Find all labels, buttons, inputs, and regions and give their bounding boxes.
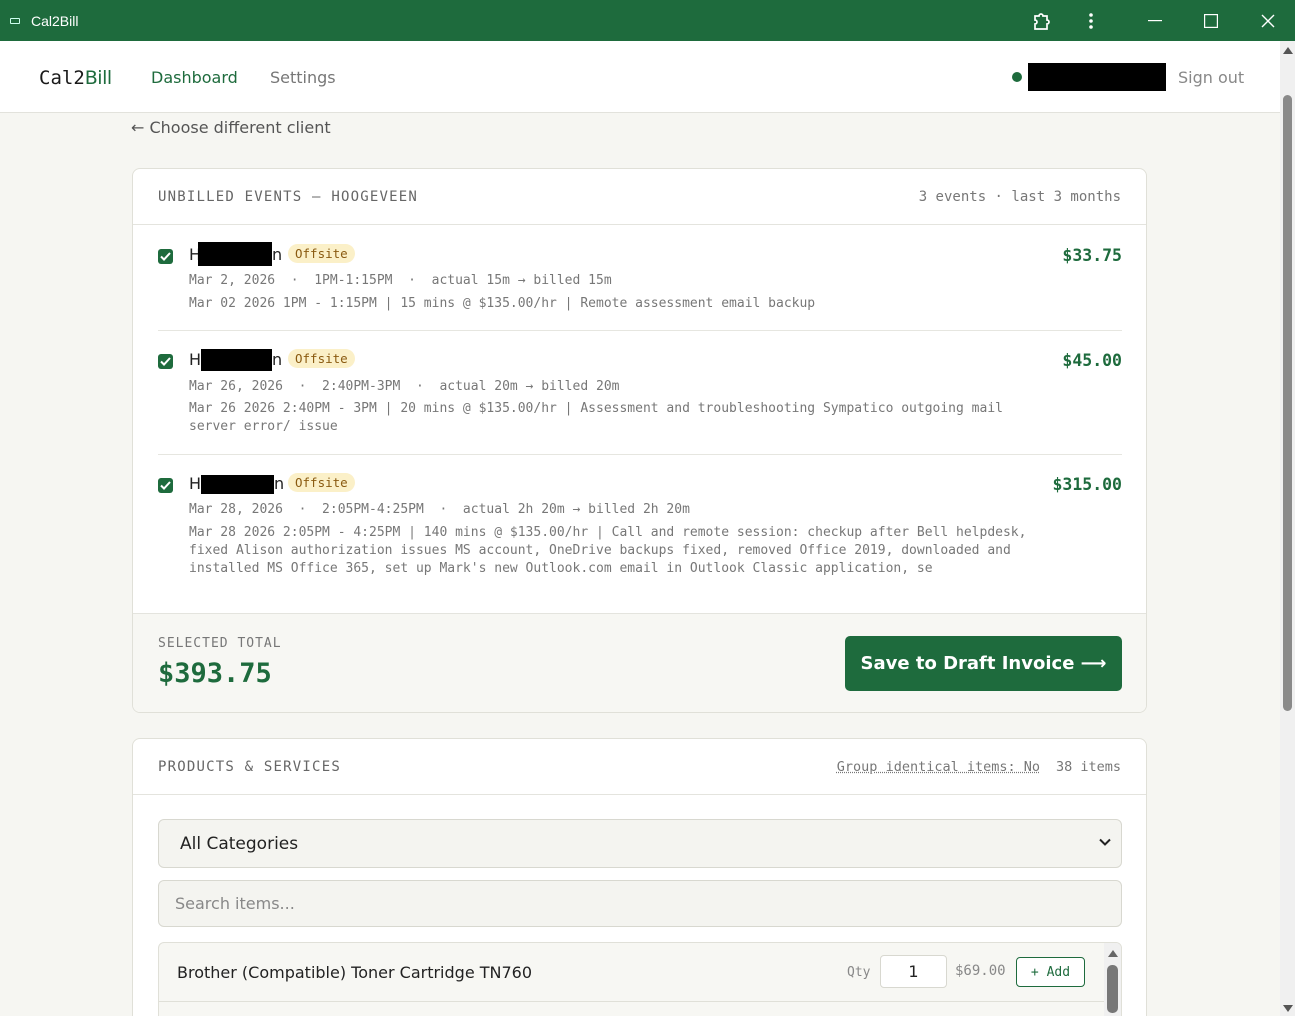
user-email-redacted	[1028, 63, 1166, 91]
app-icon	[10, 17, 20, 24]
close-button[interactable]	[1245, 0, 1291, 41]
qty-input[interactable]: 1	[880, 955, 947, 988]
qty-label: Qty	[847, 965, 871, 980]
group-identical-items-toggle[interactable]: Group identical items: No	[837, 759, 1040, 775]
event-description: Mar 28 2026 2:05PM - 4:25PM | 140 mins @…	[189, 525, 1027, 576]
more-options-button[interactable]	[1068, 0, 1114, 41]
extension-button[interactable]	[1019, 0, 1065, 41]
item-name: Brother (Compatible) Toner Cartridge TN7…	[177, 963, 533, 982]
event-meta: Mar 26, 2026 · 2:40PM-3PM · actual 20m →…	[189, 379, 620, 394]
event-meta: Mar 2, 2026 · 1PM-1:15PM · actual 15m → …	[189, 273, 612, 288]
events-card-header: UNBILLED EVENTS — HOOGEVEEN 3 events · l…	[133, 169, 1146, 225]
event-checkbox[interactable]	[158, 478, 173, 493]
event-client-name-start: H	[189, 474, 202, 493]
event-client-name-end: n	[272, 245, 283, 264]
top-nav: Cal2Bill Dashboard Settings Sign out	[0, 41, 1280, 113]
client-name-redacted	[198, 242, 272, 266]
offsite-badge: Offsite	[288, 473, 355, 492]
sign-out-link[interactable]: Sign out	[1178, 68, 1244, 87]
items-list: Brother (Compatible) Toner Cartridge TN7…	[158, 942, 1122, 1016]
page-scrollbar[interactable]	[1280, 41, 1295, 1016]
event-description: Mar 02 2026 1PM - 1:15PM | 15 mins @ $13…	[189, 296, 816, 311]
items-count: 38 items	[1055, 759, 1121, 775]
event-amount: $315.00	[1052, 475, 1122, 494]
events-summary: 3 events · last 3 months	[918, 189, 1121, 205]
event-client-name-end: n	[272, 350, 283, 369]
category-select[interactable]: All Categories	[158, 819, 1122, 868]
maximize-button[interactable]	[1188, 0, 1234, 41]
offsite-badge: Offsite	[288, 349, 355, 368]
scroll-up-icon[interactable]	[1108, 950, 1118, 957]
minimize-icon	[1148, 19, 1162, 21]
event-checkbox[interactable]	[158, 249, 173, 264]
maximize-icon	[1204, 13, 1218, 28]
scrollbar-thumb[interactable]	[1107, 965, 1118, 1013]
unbilled-events-card: UNBILLED EVENTS — HOOGEVEEN 3 events · l…	[132, 168, 1147, 713]
client-name-redacted	[201, 475, 274, 494]
search-items-input[interactable]: Search items...	[158, 880, 1122, 927]
window-titlebar: Cal2Bill	[0, 0, 1295, 41]
products-services-card: PRODUCTS & SERVICES Group identical item…	[132, 738, 1147, 1016]
scroll-down-icon[interactable]	[1283, 1005, 1293, 1012]
checkbox-icon	[160, 252, 171, 261]
items-list-scrollbar[interactable]	[1104, 943, 1121, 1016]
event-row: H n Offsite Mar 28, 2026 · 2:05PM-4:25PM…	[158, 473, 1122, 604]
extension-icon	[1034, 12, 1050, 30]
minimize-button[interactable]	[1132, 0, 1178, 41]
event-checkbox[interactable]	[158, 354, 173, 369]
event-row: H n Offsite Mar 26, 2026 · 2:40PM-3PM · …	[158, 349, 1122, 450]
checkbox-icon	[160, 481, 171, 490]
add-item-button[interactable]: + Add	[1016, 957, 1085, 987]
item-price: $69.00	[955, 963, 1006, 979]
search-placeholder: Search items...	[175, 894, 295, 913]
category-select-value: All Categories	[180, 833, 299, 854]
chevron-down-icon	[1099, 838, 1111, 846]
choose-different-client-link[interactable]: ← Choose different client	[131, 118, 331, 137]
selected-total-label: SELECTED TOTAL	[158, 636, 282, 651]
nav-dashboard-link[interactable]: Dashboard	[151, 68, 238, 87]
save-to-draft-invoice-button[interactable]: Save to Draft Invoice ⟶	[845, 636, 1122, 691]
event-client-name-end: n	[274, 474, 285, 493]
more-vert-icon	[1089, 12, 1093, 29]
selected-total-value: $393.75	[158, 658, 272, 689]
offsite-badge: Offsite	[288, 244, 355, 263]
brand-logo[interactable]: Cal2Bill	[39, 67, 112, 89]
events-card-title: UNBILLED EVENTS — HOOGEVEEN	[158, 189, 418, 205]
scroll-up-icon[interactable]	[1283, 47, 1293, 54]
event-client-name-start: H	[189, 350, 202, 369]
event-row: H n Offsite Mar 2, 2026 · 1PM-1:15PM · a…	[158, 242, 1122, 331]
event-description: Mar 26 2026 2:40PM - 3PM | 20 mins @ $13…	[189, 401, 1003, 434]
status-dot-icon	[1012, 72, 1022, 82]
checkbox-icon	[160, 357, 171, 366]
products-card-title: PRODUCTS & SERVICES	[158, 759, 341, 775]
event-divider	[158, 330, 1122, 331]
close-icon	[1261, 14, 1275, 27]
window-title: Cal2Bill	[31, 12, 79, 29]
scrollbar-thumb[interactable]	[1283, 95, 1292, 711]
event-amount: $45.00	[1062, 351, 1122, 370]
client-name-redacted	[201, 349, 272, 371]
products-card-header: PRODUCTS & SERVICES Group identical item…	[133, 739, 1146, 795]
event-amount: $33.75	[1062, 246, 1122, 265]
nav-settings-link[interactable]: Settings	[270, 68, 336, 87]
selected-total-footer: SELECTED TOTAL $393.75 Save to Draft Inv…	[133, 613, 1146, 712]
event-divider	[158, 454, 1122, 455]
event-meta: Mar 28, 2026 · 2:05PM-4:25PM · actual 2h…	[189, 502, 690, 517]
list-item: Brother (Compatible) Toner Cartridge TN7…	[159, 943, 1104, 1002]
